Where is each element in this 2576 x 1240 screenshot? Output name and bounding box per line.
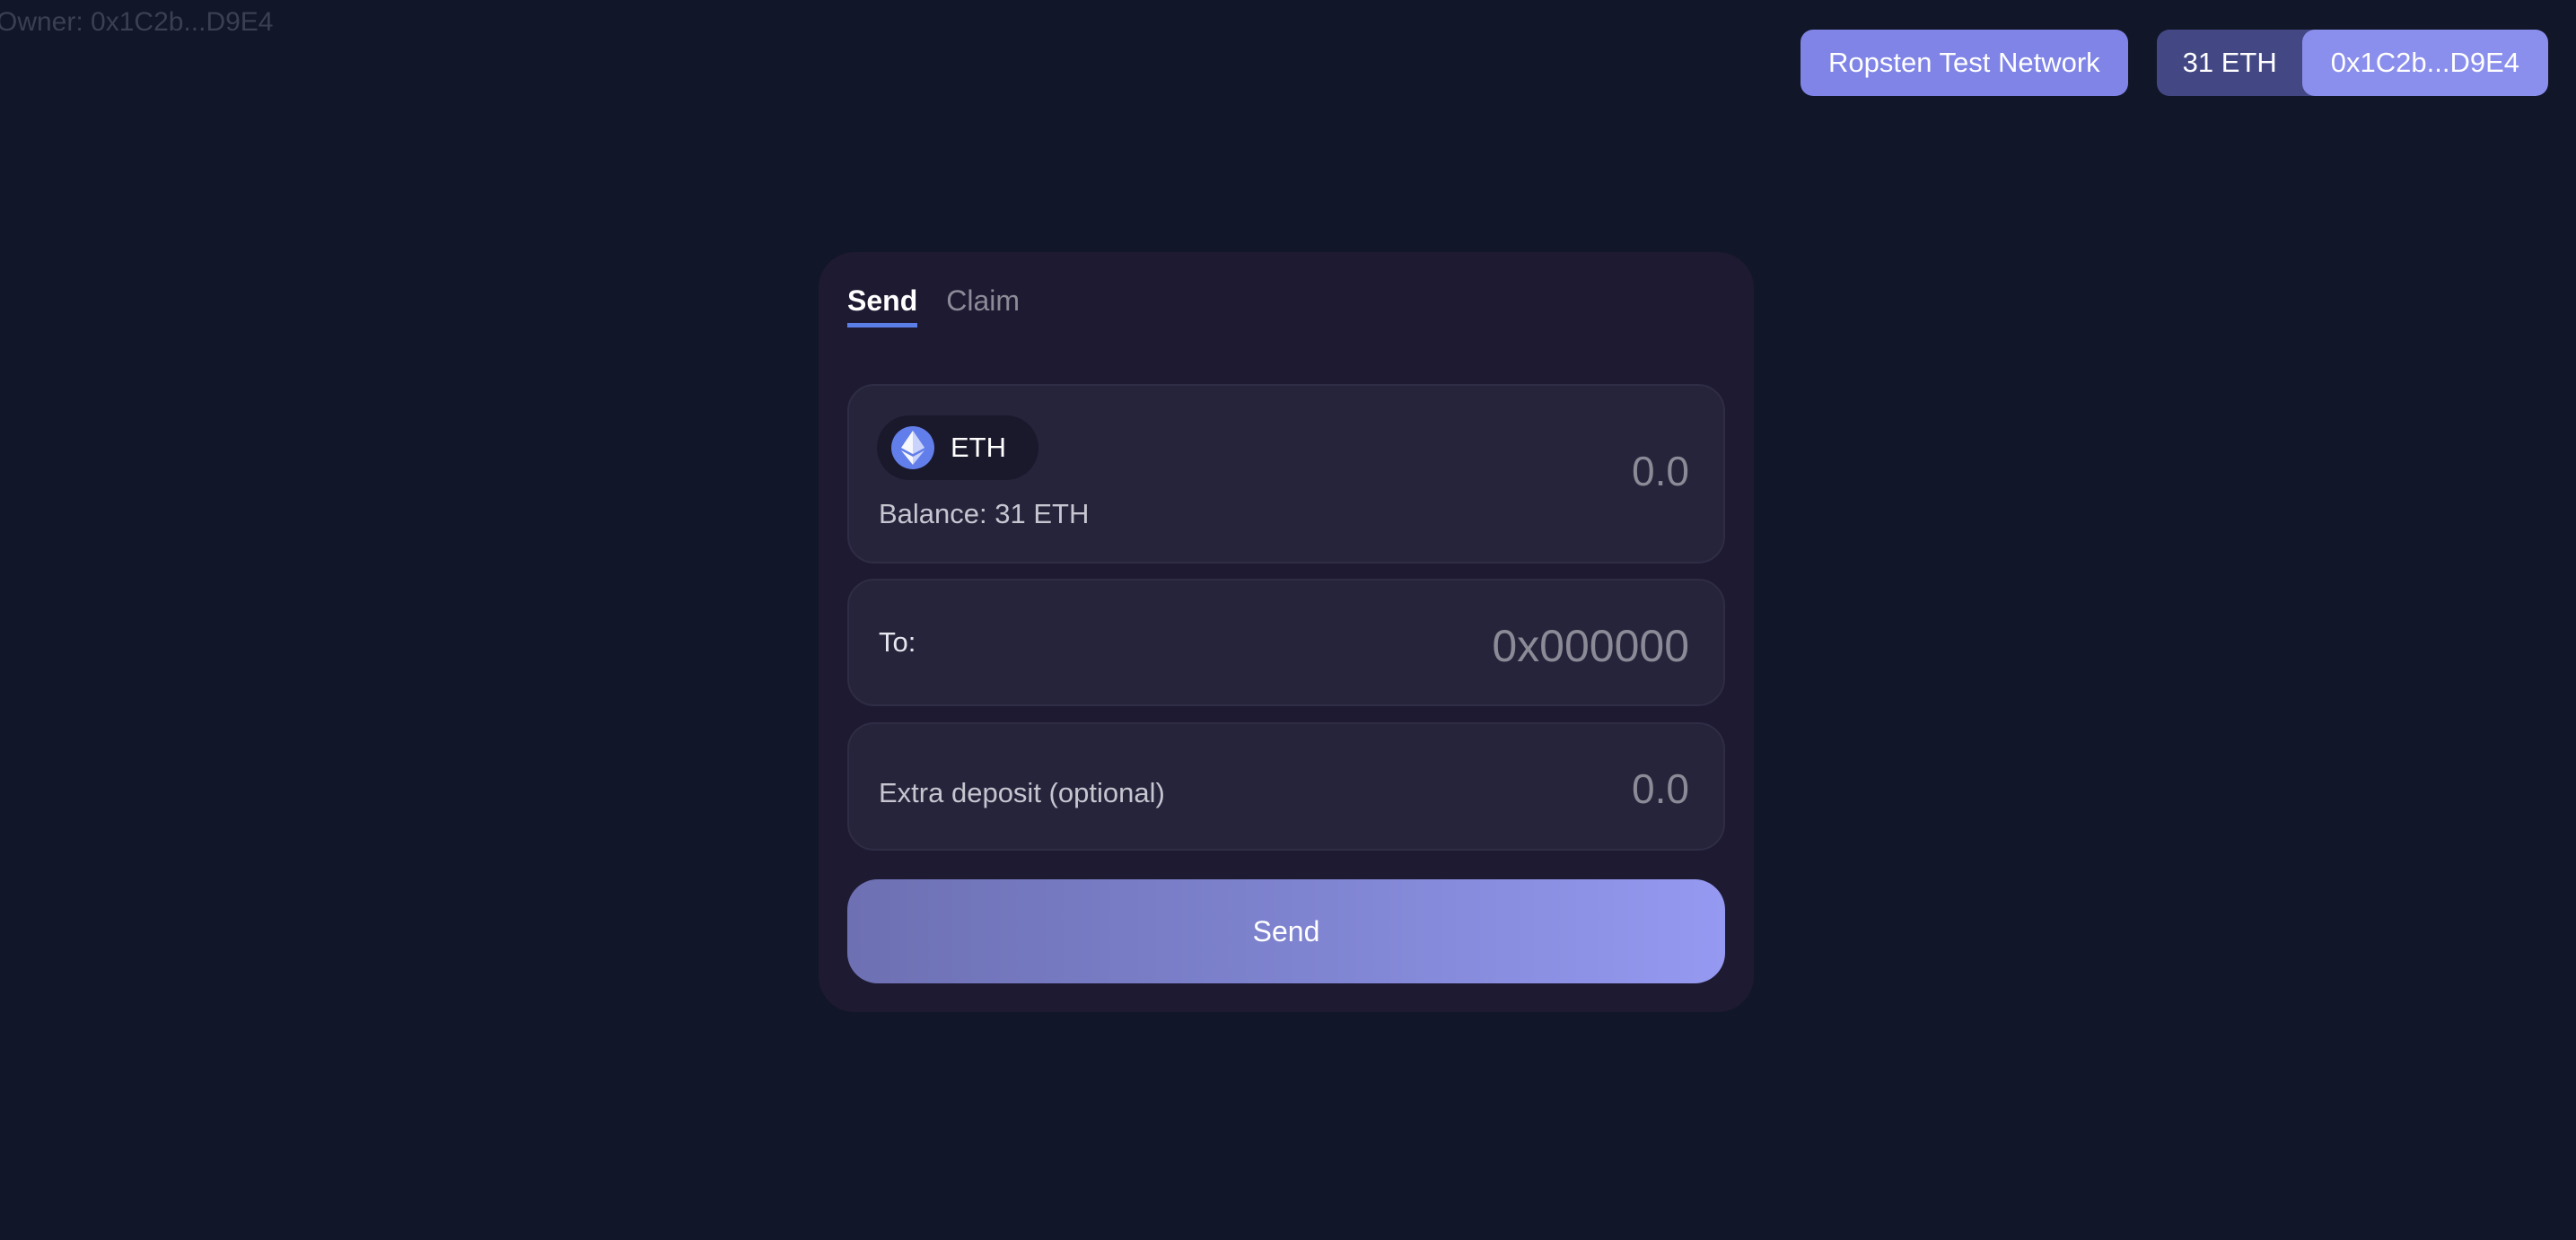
send-button[interactable]: Send [847, 879, 1725, 983]
account-balance: 31 ETH [2182, 47, 2277, 78]
extra-deposit-panel: Extra deposit (optional) [847, 722, 1725, 851]
tab-send[interactable]: Send [847, 284, 918, 327]
send-card: Send Claim ETH Balance: 31 ETH To: [819, 252, 1754, 1012]
token-selector[interactable]: ETH [877, 415, 1038, 480]
top-bar: Ropsten Test Network 31 ETH 0x1C2b...D9E… [1800, 30, 2548, 96]
recipient-panel: To: [847, 579, 1725, 706]
tab-bar: Send Claim [847, 284, 1048, 327]
recipient-address-input[interactable] [1149, 619, 1691, 673]
amount-input[interactable] [1149, 446, 1691, 496]
account-group: 31 ETH 0x1C2b...D9E4 [2156, 30, 2548, 96]
recipient-label: To: [879, 626, 916, 658]
account-address-button[interactable]: 0x1C2b...D9E4 [2301, 30, 2548, 96]
tab-claim[interactable]: Claim [946, 284, 1020, 327]
owner-label: Owner: 0x1C2b...D9E4 [0, 7, 274, 37]
network-button[interactable]: Ropsten Test Network [1800, 30, 2128, 96]
page: Owner: 0x1C2b...D9E4 Ropsten Test Networ… [0, 0, 2576, 1240]
ethereum-icon [891, 426, 934, 469]
extra-deposit-label: Extra deposit (optional) [879, 777, 1165, 808]
balance-text: Balance: 31 ETH [879, 498, 1090, 529]
amount-panel: ETH Balance: 31 ETH [847, 384, 1725, 563]
token-label: ETH [951, 432, 1006, 463]
extra-deposit-input[interactable] [1149, 764, 1691, 814]
